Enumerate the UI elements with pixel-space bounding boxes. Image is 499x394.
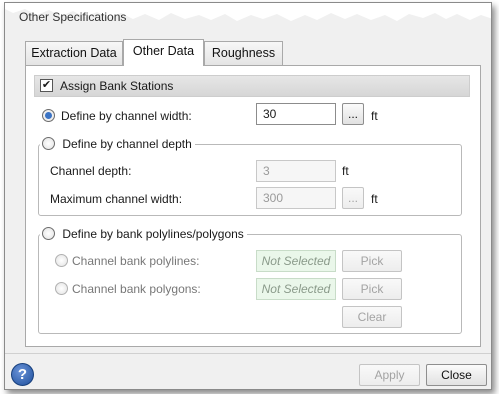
assign-bank-stations-checkbox[interactable]: ✔ xyxy=(40,79,53,92)
channel-width-radio[interactable] xyxy=(42,109,55,122)
dialog-window: Other Specifications Extraction Data Oth… xyxy=(4,2,492,390)
channel-width-browse-button[interactable]: ... xyxy=(342,103,364,125)
channel-bank-polylines-pick-button[interactable]: Pick xyxy=(342,250,402,272)
channel-depth-field-label: Channel depth: xyxy=(50,164,132,178)
channel-depth-unit: ft xyxy=(342,164,349,178)
tab-other-data[interactable]: Other Data xyxy=(123,39,204,66)
max-channel-width-unit: ft xyxy=(371,192,378,206)
channel-bank-polygons-pick-button[interactable]: Pick xyxy=(342,278,402,300)
channel-width-unit: ft xyxy=(371,109,378,123)
bank-polylines-label: Define by bank polylines/polygons xyxy=(62,227,244,241)
bank-polylines-group-title: Define by bank polylines/polygons xyxy=(40,227,247,241)
tab-roughness[interactable]: Roughness xyxy=(204,41,283,65)
channel-depth-group-title: Define by channel depth xyxy=(40,137,195,151)
clear-button[interactable]: Clear xyxy=(342,306,402,328)
footer-separator xyxy=(5,353,491,354)
channel-depth-label: Define by channel depth xyxy=(62,137,192,151)
channel-bank-polygons-value: Not Selected xyxy=(256,278,336,300)
channel-bank-polygons-label: Channel bank polygons: xyxy=(72,282,201,296)
channel-bank-polylines-value: Not Selected xyxy=(256,250,336,272)
close-button[interactable]: Close xyxy=(426,364,487,386)
window-title: Other Specifications xyxy=(19,10,127,24)
channel-depth-radio[interactable] xyxy=(42,137,55,150)
channel-depth-input[interactable]: 3 xyxy=(256,160,336,182)
channel-width-input[interactable]: 30 xyxy=(256,103,336,125)
tab-panel-other-data: ✔ Assign Bank Stations Define by channel… xyxy=(25,65,481,347)
help-icon[interactable]: ? xyxy=(11,363,34,386)
max-channel-width-label: Maximum channel width: xyxy=(50,192,183,206)
max-channel-width-browse-button[interactable]: ... xyxy=(342,187,364,209)
channel-bank-polygons-radio[interactable] xyxy=(55,282,68,295)
channel-bank-polylines-label: Channel bank polylines: xyxy=(72,254,200,268)
assign-bank-stations-label: Assign Bank Stations xyxy=(60,79,174,93)
channel-bank-polylines-radio[interactable] xyxy=(55,254,68,267)
tab-extraction-data[interactable]: Extraction Data xyxy=(25,41,123,65)
max-channel-width-input[interactable]: 300 xyxy=(256,187,336,209)
apply-button[interactable]: Apply xyxy=(359,364,420,386)
channel-width-label: Define by channel width: xyxy=(61,109,192,123)
assign-bank-stations-header: ✔ Assign Bank Stations xyxy=(34,75,470,97)
bank-polylines-radio[interactable] xyxy=(42,227,55,240)
